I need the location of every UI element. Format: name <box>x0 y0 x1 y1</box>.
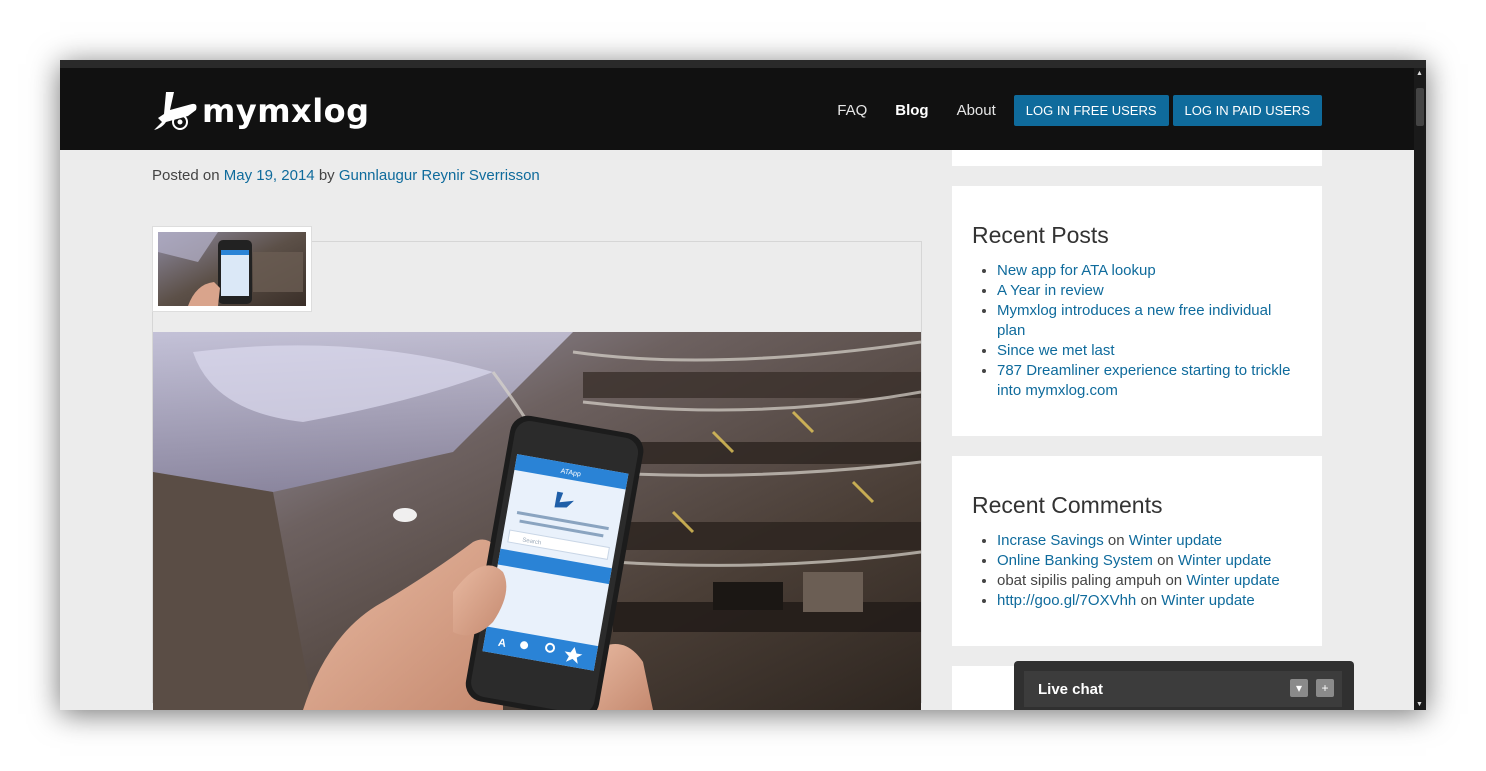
on-label: on <box>1165 572 1183 589</box>
scroll-down-arrow-icon[interactable]: ▼ <box>1416 701 1423 708</box>
logo-text: mymxlog <box>202 92 370 130</box>
hand-holding-phone-image: ATApp Search A <box>153 332 921 710</box>
recent-post-link[interactable]: A Year in review <box>997 282 1104 299</box>
recent-post-link[interactable]: 787 Dreamliner experience starting to tr… <box>997 362 1290 399</box>
chat-expand-icon[interactable]: + <box>1316 679 1334 697</box>
page-scrollbar[interactable]: ▲ ▼ <box>1414 68 1426 710</box>
posted-on-label: Posted on <box>152 167 220 184</box>
comment-post-link[interactable]: Winter update <box>1186 572 1279 589</box>
recent-post-link[interactable]: New app for ATA lookup <box>997 262 1156 279</box>
post-meta: Posted on May 19, 2014 by Gunnlaugur Rey… <box>152 167 540 184</box>
site-header: mymxlog FAQ Blog About LOG IN FREE USERS… <box>60 68 1414 150</box>
site-logo[interactable]: mymxlog <box>152 90 369 134</box>
sidebar-widget-top <box>952 150 1322 166</box>
post-title-cutoff <box>152 150 612 156</box>
list-item: Incrase Savings on Winter update <box>997 531 1302 551</box>
recent-post-link[interactable]: Mymxlog introduces a new free individual… <box>997 302 1271 339</box>
recent-posts-list: New app for ATA lookup A Year in review … <box>972 261 1302 401</box>
nav-blog[interactable]: Blog <box>895 102 928 119</box>
logo-plane-icon <box>154 92 197 130</box>
comment-author-text: obat sipilis paling ampuh <box>997 572 1162 589</box>
list-item: New app for ATA lookup <box>997 261 1302 281</box>
recent-comments-widget: Recent Comments Incrase Savings on Winte… <box>952 456 1322 646</box>
browser-window: mymxlog FAQ Blog About LOG IN FREE USERS… <box>60 60 1426 710</box>
scroll-up-arrow-icon[interactable]: ▲ <box>1416 70 1423 77</box>
comment-post-link[interactable]: Winter update <box>1129 532 1222 549</box>
nav-faq[interactable]: FAQ <box>837 102 867 119</box>
live-chat-bar[interactable]: Live chat ▾ + <box>1024 671 1342 707</box>
post-thumbnail[interactable] <box>152 226 312 312</box>
comment-post-link[interactable]: Winter update <box>1161 592 1254 609</box>
recent-comments-list: Incrase Savings on Winter update Online … <box>972 531 1302 611</box>
recent-comments-title: Recent Comments <box>972 492 1163 518</box>
on-label: on <box>1140 592 1158 609</box>
thumbnail-image <box>158 232 306 306</box>
list-item: obat sipilis paling ampuh on Winter upda… <box>997 571 1302 591</box>
by-label: by <box>318 167 335 184</box>
recent-posts-title: Recent Posts <box>972 222 1109 248</box>
comment-post-link[interactable]: Winter update <box>1178 552 1271 569</box>
login-free-users-button[interactable]: LOG IN FREE USERS <box>1013 95 1169 126</box>
comment-author-link[interactable]: Incrase Savings <box>997 532 1104 549</box>
scroll-thumb[interactable] <box>1416 88 1424 126</box>
comment-author-link[interactable]: Online Banking System <box>997 552 1153 569</box>
on-label: on <box>1107 532 1125 549</box>
live-chat-widget[interactable]: Live chat ▾ + <box>1014 661 1354 710</box>
nav-about[interactable]: About <box>957 102 996 119</box>
window-top-strip <box>60 60 1426 68</box>
recent-post-link[interactable]: Since we met last <box>997 342 1115 359</box>
list-item: A Year in review <box>997 281 1302 301</box>
list-item: Mymxlog introduces a new free individual… <box>997 301 1302 341</box>
chat-minimize-icon[interactable]: ▾ <box>1290 679 1308 697</box>
post-date-link[interactable]: May 19, 2014 <box>224 167 315 184</box>
on-label: on <box>1157 552 1174 569</box>
live-chat-title: Live chat <box>1038 681 1104 698</box>
comment-author-link[interactable]: http://goo.gl/7OXVhh <box>997 592 1136 609</box>
list-item: Since we met last <box>997 341 1302 361</box>
post-main-image[interactable]: ATApp Search A <box>153 332 921 710</box>
list-item: 787 Dreamliner experience starting to tr… <box>997 361 1302 401</box>
list-item: Online Banking System on Winter update <box>997 551 1302 571</box>
main-nav: FAQ Blog About LOG IN FREE USERS LOG IN … <box>837 95 1322 126</box>
post-author-link[interactable]: Gunnlaugur Reynir Sverrisson <box>339 167 540 184</box>
list-item: http://goo.gl/7OXVhh on Winter update <box>997 591 1302 611</box>
login-paid-users-button[interactable]: LOG IN PAID USERS <box>1172 95 1322 126</box>
recent-posts-widget: Recent Posts New app for ATA lookup A Ye… <box>952 186 1322 436</box>
